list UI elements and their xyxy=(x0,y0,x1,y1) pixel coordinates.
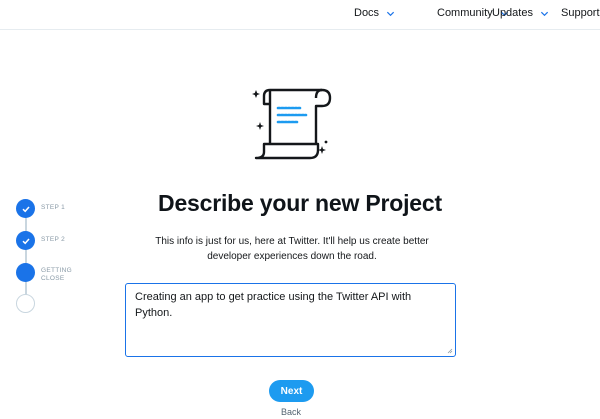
chevron-down-icon xyxy=(540,11,549,16)
nav-docs[interactable]: Docs xyxy=(354,7,395,19)
chevron-down-icon xyxy=(386,11,395,16)
project-description-textarea[interactable]: Creating an app to get practice using th… xyxy=(125,283,456,357)
page-subtitle: This info is just for us, here at Twitte… xyxy=(155,236,429,262)
nav-support-label: Support xyxy=(561,7,600,19)
step-4-pending-indicator xyxy=(16,294,35,313)
nav-updates-label: Updates xyxy=(492,7,533,19)
step-2-label: STEP 2 xyxy=(41,236,66,243)
step-3-label: GETTING CLOSE xyxy=(41,267,72,282)
project-description-value: Creating an app to get practice using th… xyxy=(135,291,412,319)
nav-community-label: Community xyxy=(437,7,493,19)
nav-updates[interactable]: Updates xyxy=(492,7,549,19)
stepper-line xyxy=(25,208,27,304)
scroll-document-icon xyxy=(252,88,332,160)
page-title: Describe your new Project xyxy=(158,190,442,216)
step-2-check-icon xyxy=(16,231,35,250)
nav-docs-label: Docs xyxy=(354,7,380,19)
step-3-current-indicator xyxy=(16,263,35,282)
nav-support[interactable]: Support xyxy=(561,7,600,19)
back-link[interactable]: Back xyxy=(0,407,582,417)
top-nav: Docs Community Updates Support xyxy=(0,0,600,30)
resize-grip-icon[interactable] xyxy=(447,348,453,354)
next-button[interactable]: Next xyxy=(269,380,314,402)
